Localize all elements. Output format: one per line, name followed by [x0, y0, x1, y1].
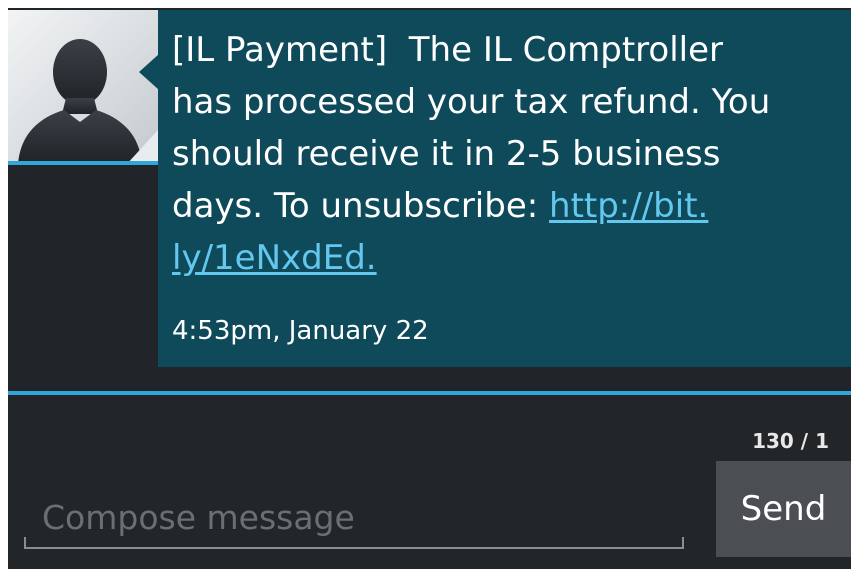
message-body: [IL Payment] The IL Comptroller has proc…: [172, 24, 851, 284]
bubble-tail: [139, 54, 159, 90]
compose-bar: 130 / 1 Send: [8, 395, 851, 569]
input-corner-right: [682, 537, 684, 549]
message-timestamp: 4:53pm, January 22: [172, 316, 429, 346]
received-message-bubble[interactable]: [IL Payment] The IL Comptroller has proc…: [158, 10, 851, 367]
avatar-accent-bar: [8, 161, 158, 165]
person-silhouette-icon: [18, 39, 158, 165]
message-thread: [IL Payment] The IL Comptroller has proc…: [8, 8, 851, 391]
contact-avatar[interactable]: [8, 10, 158, 165]
compose-message-input[interactable]: [24, 491, 684, 549]
input-corner-left: [24, 537, 26, 549]
character-counter: 130 / 1: [752, 429, 829, 453]
messaging-screen: [IL Payment] The IL Comptroller has proc…: [8, 8, 851, 569]
send-button[interactable]: Send: [716, 461, 851, 557]
